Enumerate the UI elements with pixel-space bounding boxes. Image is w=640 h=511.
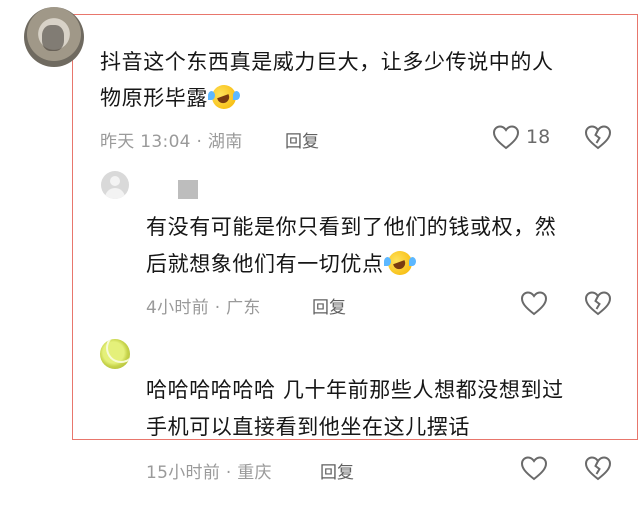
comment-text-line-2: 物原形毕露 [100,80,240,117]
laughing-crying-emoji-icon [383,247,416,279]
comment-text-line-1: 抖音这个东西真是威力巨大，让多少传说中的人 [100,50,554,74]
reply-text-line-1: 哈哈哈哈哈哈 几十年前那些人想都没想到过 [146,378,564,402]
avatar[interactable] [24,7,84,67]
reply-button[interactable]: 回复 [320,458,354,483]
like-count: 18 [526,126,551,148]
reply-text-line-2: 后就想象他们有一切优点 [146,246,416,283]
reply-time-location: 15小时前 · 重庆 [146,463,272,483]
reply-time-location: 4小时前 · 广东 [146,298,261,318]
broken-heart-icon[interactable] [584,455,612,481]
username-redacted [178,180,198,199]
laughing-crying-emoji-icon [208,81,240,113]
reply-text: 后就想象他们有一切优点 [146,252,384,276]
avatar-default[interactable] [101,171,129,199]
reply-text-line-1: 有没有可能是你只看到了他们的钱或权，然 [146,215,557,239]
heart-outline-icon[interactable] [492,124,520,150]
avatar-tennis-ball[interactable] [100,339,130,369]
reply-text-line-2: 手机可以直接看到他坐在这儿摆话 [146,415,470,439]
avatar-face [42,25,64,51]
broken-heart-icon[interactable] [584,290,612,316]
comment-time-location: 昨天 13:04 · 湖南 [100,132,243,152]
reply-button[interactable]: 回复 [312,293,346,318]
broken-heart-icon[interactable] [584,124,612,150]
heart-outline-icon[interactable] [520,455,548,481]
reply-button[interactable]: 回复 [285,127,319,152]
comment-text: 物原形毕露 [100,86,208,110]
heart-outline-icon[interactable] [520,290,548,316]
